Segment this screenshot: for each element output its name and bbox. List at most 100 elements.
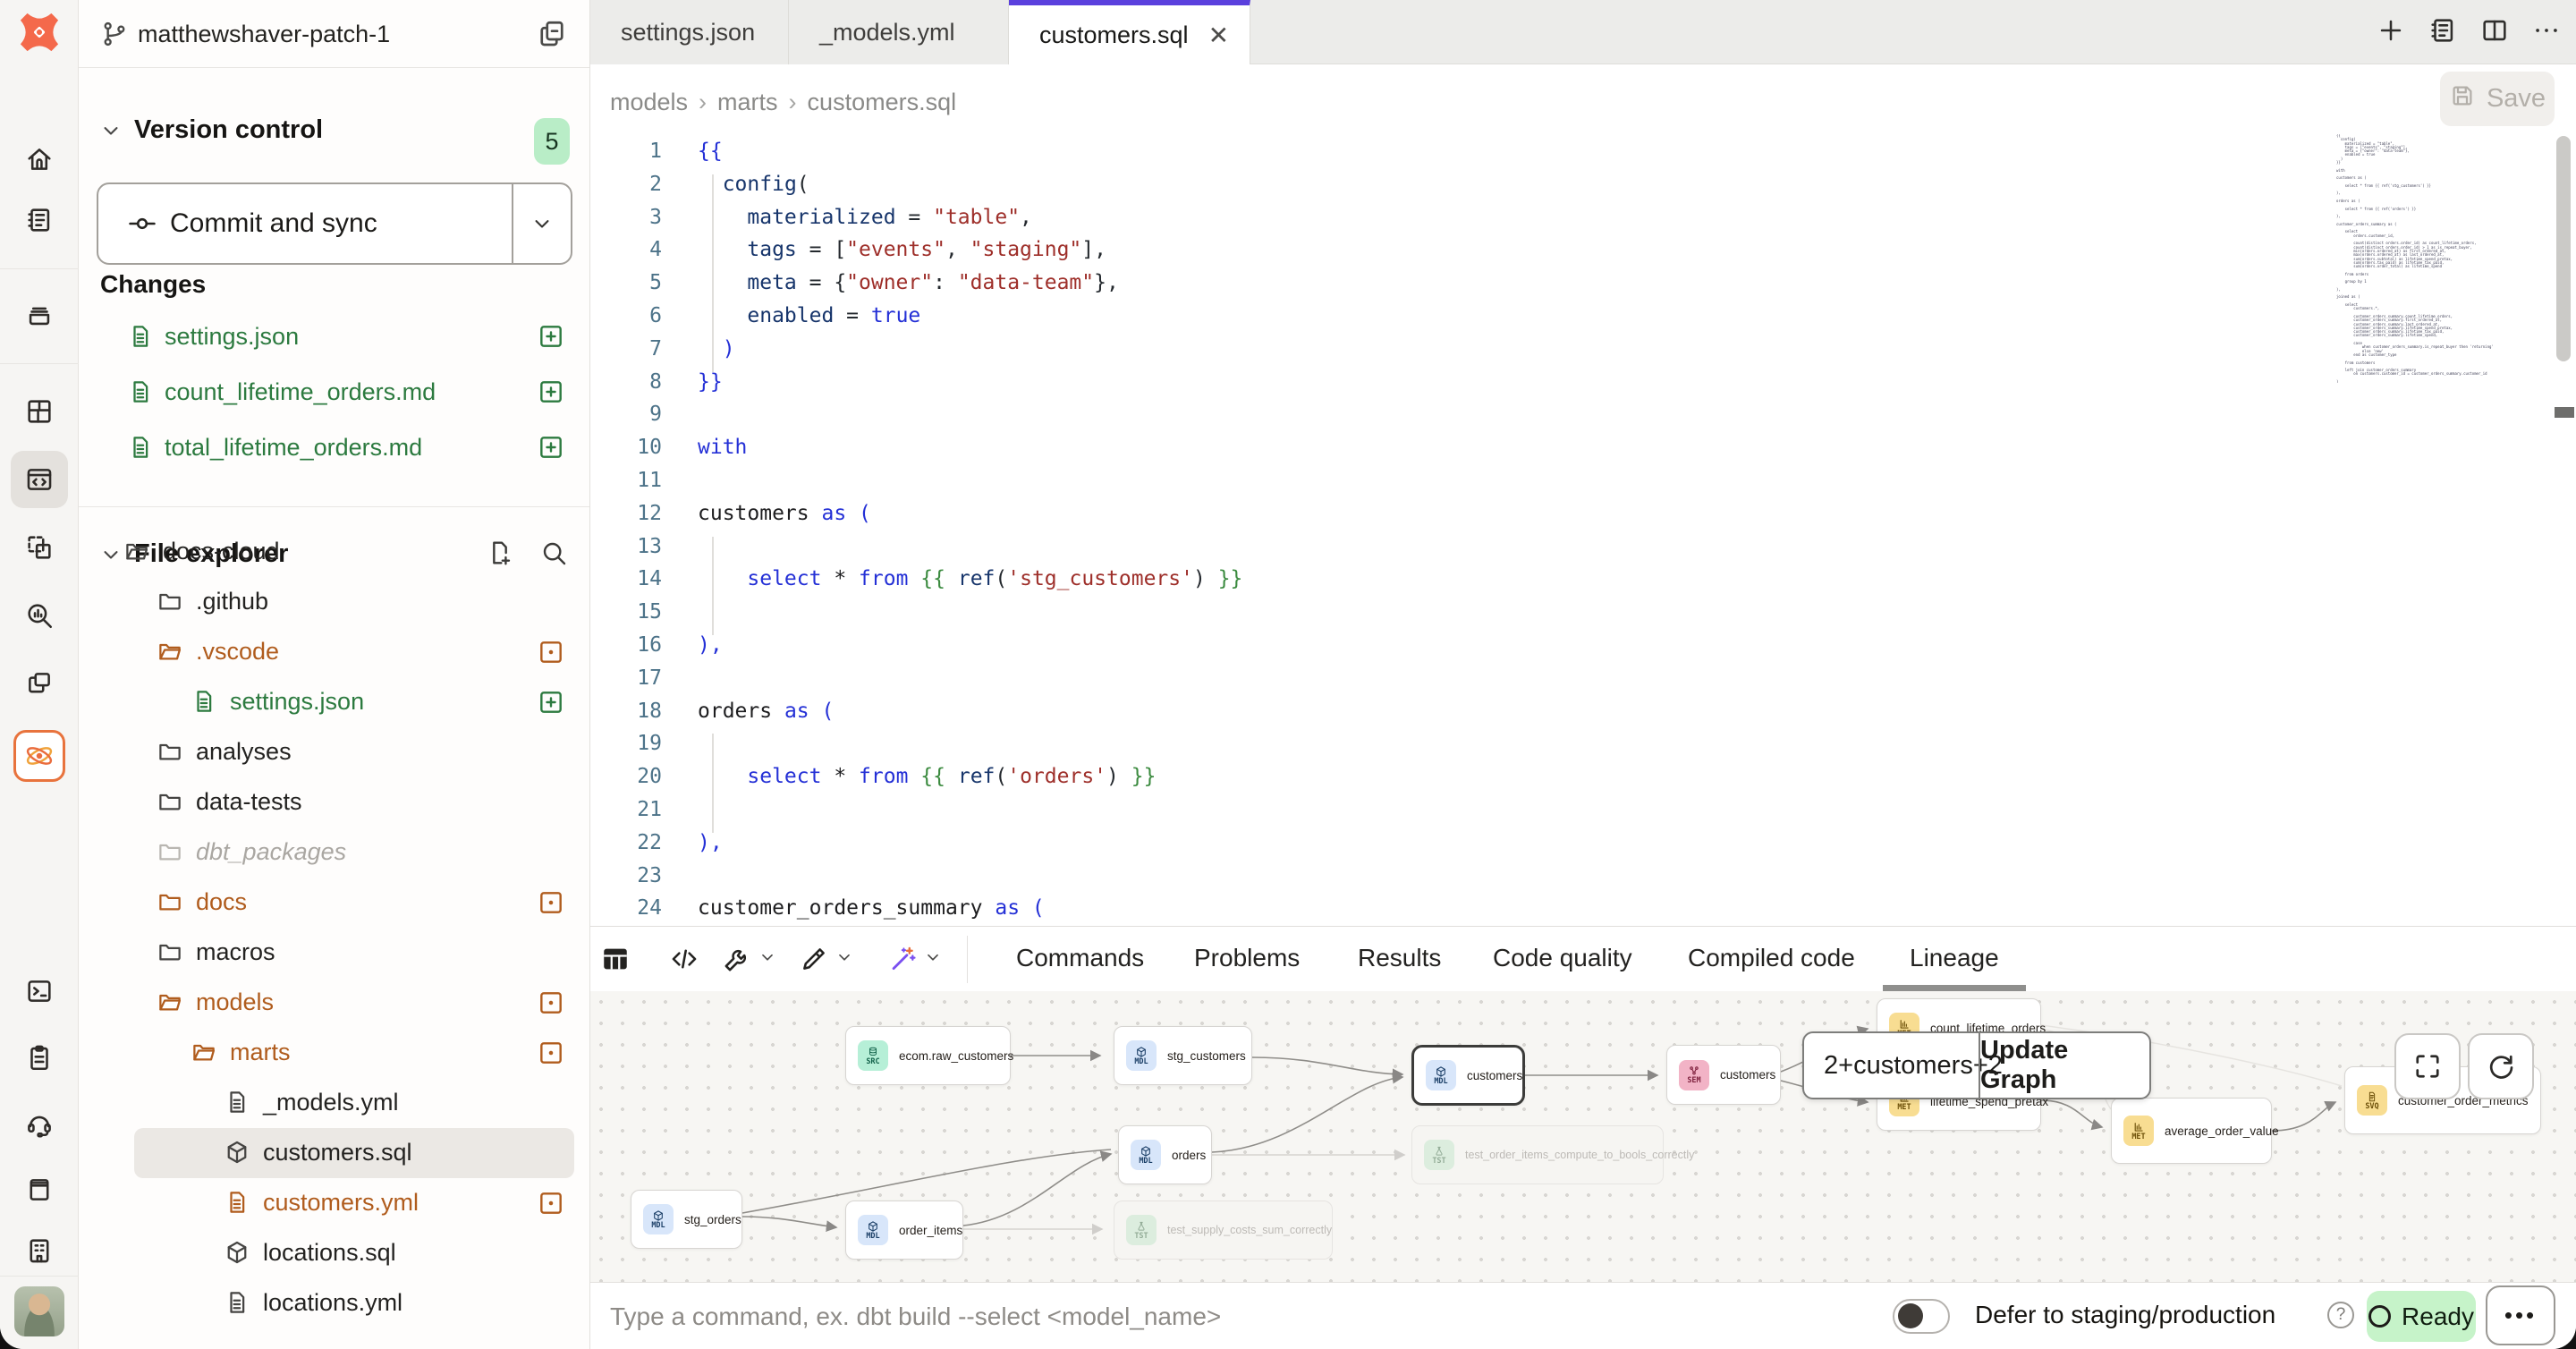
added-badge-icon[interactable] — [537, 688, 565, 717]
stage-file-icon[interactable] — [537, 378, 565, 406]
format-pen-icon[interactable] — [799, 944, 854, 974]
tree-item-docs-cloud[interactable]: docs-cloud — [79, 529, 589, 575]
code-editor-icon[interactable] — [11, 451, 68, 508]
tree-item-models[interactable]: models — [79, 980, 589, 1026]
lineage-node-orders[interactable]: MDLorders — [1118, 1125, 1212, 1184]
tree-item-macros[interactable]: macros — [79, 929, 589, 976]
home-icon[interactable] — [11, 131, 68, 188]
dbt-logo-icon[interactable] — [19, 12, 60, 53]
close-tab-icon[interactable]: ✕ — [1208, 21, 1229, 50]
breadcrumb-segment[interactable]: marts — [717, 89, 778, 115]
tree-item-customers-sql[interactable]: customers.sql — [79, 1130, 589, 1176]
modified-badge-icon[interactable] — [537, 1039, 565, 1067]
lineage-node-average_order_value[interactable]: METaverage_order_value — [2111, 1098, 2272, 1164]
ai-wand-icon[interactable] — [887, 944, 943, 974]
modified-badge-icon[interactable] — [537, 638, 565, 666]
dashboard-grid-icon[interactable] — [11, 383, 68, 440]
headset-icon[interactable] — [11, 1095, 68, 1152]
notebook-icon[interactable] — [11, 191, 68, 249]
changed-file-row[interactable]: count_lifetime_orders.md — [79, 369, 589, 415]
version-control-header[interactable]: Version control 5 — [79, 106, 589, 156]
cube-icon — [224, 1139, 250, 1166]
explore-search-icon[interactable] — [11, 587, 68, 644]
stage-file-icon[interactable] — [537, 433, 565, 462]
clipboard-icon[interactable] — [11, 1029, 68, 1086]
compile-code-icon[interactable] — [669, 944, 699, 974]
build-wrench-icon[interactable] — [722, 944, 777, 974]
tree-item--github[interactable]: .github — [79, 579, 589, 625]
refresh-button[interactable] — [2468, 1033, 2534, 1099]
commit-options-caret[interactable] — [512, 184, 571, 263]
canvas-icon[interactable] — [11, 519, 68, 576]
tree-item--models-yml[interactable]: _models.yml — [79, 1080, 589, 1126]
tree-item-analyses[interactable]: analyses — [79, 729, 589, 776]
tree-item-customers-yml[interactable]: customers.yml — [79, 1180, 589, 1226]
panel-tab-results[interactable]: Results — [1358, 944, 1441, 972]
copy-branch-icon[interactable] — [536, 18, 568, 50]
lineage-node-ecom-raw_customers[interactable]: SRCecom.raw_customers — [845, 1026, 1011, 1085]
lineage-node-test_supply_costs_sum_correctly[interactable]: TSTtest_supply_costs_sum_correctly — [1114, 1201, 1333, 1260]
split-icon[interactable] — [2479, 15, 2510, 50]
windows-icon[interactable] — [11, 655, 68, 712]
defer-toggle[interactable] — [1893, 1299, 1950, 1334]
editor-tab-customers-sql[interactable]: customers.sql✕ — [1009, 0, 1250, 65]
tree-item--vscode[interactable]: .vscode — [79, 629, 589, 675]
changed-file-row[interactable]: settings.json — [79, 313, 589, 360]
terminal-icon[interactable] — [11, 963, 68, 1020]
lineage-canvas[interactable]: SRCecom.raw_customers MDLstg_customers MDL… — [590, 991, 2576, 1282]
editor-tab-_models-yml[interactable]: _models.yml — [789, 0, 1009, 64]
tree-item-marts[interactable]: marts — [79, 1030, 589, 1076]
tree-item-docs[interactable]: docs — [79, 879, 589, 926]
modified-badge-icon[interactable] — [537, 888, 565, 917]
code-editor[interactable]: 1{{2 config(3 materialized = "table",4 t… — [590, 136, 2334, 926]
tree-item-dbt-packages[interactable]: dbt_packages — [79, 829, 589, 876]
copilot-icon[interactable] — [13, 730, 65, 782]
changed-file-row[interactable]: total_lifetime_orders.md — [79, 424, 589, 471]
chevron-down-icon[interactable] — [923, 947, 943, 971]
lineage-selector-input[interactable]: 2+customers+2 — [1804, 1033, 1979, 1098]
new-tab-icon[interactable] — [2376, 15, 2406, 50]
panel-tab-commands[interactable]: Commands — [1016, 944, 1144, 972]
stage-file-icon[interactable] — [537, 322, 565, 351]
chevron-down-icon[interactable] — [835, 947, 854, 971]
tree-item-data-tests[interactable]: data-tests — [79, 779, 589, 826]
fullscreen-button[interactable] — [2394, 1033, 2461, 1099]
panel-tab-problems[interactable]: Problems — [1194, 944, 1300, 972]
lineage-node-customers[interactable]: MDLcustomers — [1411, 1045, 1525, 1106]
lineage-node-stg_orders[interactable]: MDLstg_orders — [631, 1190, 742, 1249]
modified-badge-icon[interactable] — [537, 1189, 565, 1217]
editor-tab-settings-json[interactable]: settings.json — [590, 0, 789, 64]
panel-tab-lineage[interactable]: Lineage — [1910, 944, 1999, 972]
panel-tab-code-quality[interactable]: Code quality — [1493, 944, 1632, 972]
editor-scrollbar[interactable] — [2556, 136, 2571, 361]
more-icon[interactable] — [2531, 15, 2562, 50]
breadcrumb-segment[interactable]: customers.sql — [808, 89, 957, 115]
building-icon[interactable] — [11, 1222, 68, 1279]
lineage-node-customers[interactable]: SEMcustomers — [1666, 1045, 1781, 1105]
commit-and-sync-button[interactable]: Commit and sync — [97, 182, 572, 265]
status-badge[interactable]: Ready — [2367, 1291, 2476, 1342]
folder-icon — [157, 938, 183, 965]
tree-item-locations-sql[interactable]: locations.sql — [79, 1230, 589, 1277]
command-input[interactable]: Type a command, ex. dbt build --select <… — [610, 1302, 1221, 1331]
chevron-down-icon[interactable] — [758, 947, 777, 971]
help-icon[interactable]: ? — [2327, 1302, 2354, 1328]
lineage-node-order_items[interactable]: MDLorder_items — [845, 1201, 963, 1260]
update-graph-button[interactable]: Update Graph — [1979, 1033, 2149, 1098]
user-avatar[interactable] — [14, 1286, 64, 1336]
line-number: 4 — [590, 238, 662, 261]
tree-item-locations-yml[interactable]: locations.yml — [79, 1280, 589, 1327]
tree-item-settings-json[interactable]: settings.json — [79, 679, 589, 725]
save-button[interactable]: Save — [2440, 72, 2555, 126]
more-options-button[interactable]: ••• — [2486, 1285, 2555, 1345]
panel-tab-compiled-code[interactable]: Compiled code — [1688, 944, 1855, 972]
lineage-node-stg_customers[interactable]: MDLstg_customers — [1114, 1026, 1252, 1085]
minimap[interactable]: {{ config( materialized = "table", tags … — [2336, 134, 2511, 383]
book-icon[interactable] — [11, 1161, 68, 1218]
outline-icon[interactable] — [2428, 15, 2458, 50]
results-table-icon[interactable] — [600, 944, 631, 974]
drawers-icon[interactable] — [11, 286, 68, 344]
breadcrumb-segment[interactable]: models — [610, 89, 688, 115]
lineage-node-test_order_items_compute_to_bools_correctly[interactable]: TSTtest_order_items_compute_to_bools_cor… — [1411, 1125, 1664, 1184]
modified-badge-icon[interactable] — [537, 988, 565, 1017]
